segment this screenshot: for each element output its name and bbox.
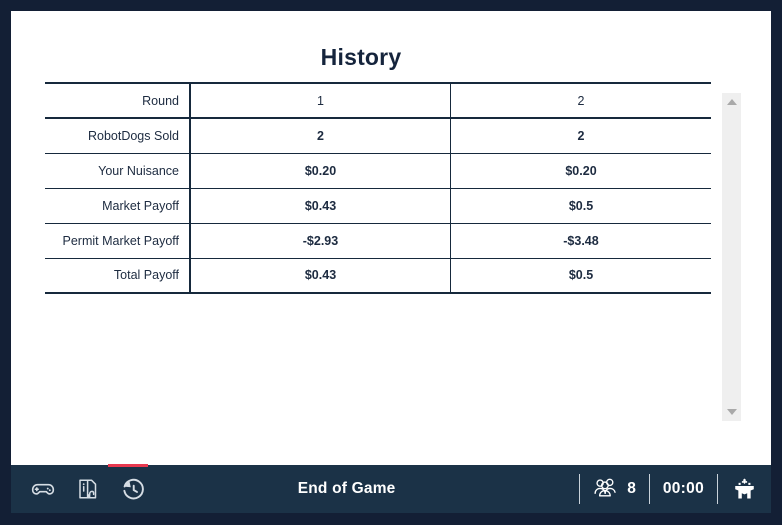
triangle-up-icon[interactable]: [726, 99, 737, 105]
row-value: 2: [450, 118, 711, 154]
history-table-body: Round 1 2 RobotDogs Sold 2 2 Your Nuisan…: [45, 82, 711, 294]
game-tab[interactable]: [29, 475, 57, 503]
footer-status-group: 8 00:00: [566, 465, 771, 513]
active-tab-indicator: [108, 464, 148, 467]
page-content: History Round 1 2 RobotDogs Sold 2 2 You…: [11, 11, 771, 465]
history-table-container: Round 1 2 RobotDogs Sold 2 2 Your Nuisan…: [45, 82, 711, 294]
row-value: $0.43: [190, 188, 451, 224]
instructions-icon: [76, 477, 100, 501]
row-value: $0.43: [190, 258, 451, 294]
row-label: Permit Market Payoff: [45, 223, 191, 259]
row-label: RobotDogs Sold: [45, 118, 191, 154]
table-row: Round 1 2: [45, 82, 711, 119]
row-value: $0.5: [450, 258, 711, 294]
row-label: Market Payoff: [45, 188, 191, 224]
divider: [579, 474, 581, 504]
row-value: 2: [190, 118, 451, 154]
row-value: 1: [190, 82, 451, 119]
players-group-icon: [593, 476, 618, 503]
gamepad-icon: [30, 476, 56, 502]
timer: 00:00: [662, 480, 704, 497]
players-indicator: 8: [593, 476, 636, 503]
app-window: History Round 1 2 RobotDogs Sold 2 2 You…: [0, 0, 782, 525]
row-value: $0.5: [450, 188, 711, 224]
row-value: $0.20: [190, 153, 451, 189]
divider: [717, 474, 718, 504]
row-label: Round: [45, 82, 191, 119]
row-value: -$3.48: [450, 223, 711, 259]
table-row: Permit Market Payoff -$2.93 -$3.48: [45, 223, 711, 259]
instructions-tab[interactable]: [74, 475, 102, 503]
table-row: Your Nuisance $0.20 $0.20: [45, 153, 711, 189]
footer-bar: End of Game 8 00:00: [11, 464, 771, 513]
otree-logo-icon: [731, 476, 757, 502]
history-table: Round 1 2 RobotDogs Sold 2 2 Your Nuisan…: [45, 82, 711, 294]
table-row: RobotDogs Sold 2 2: [45, 118, 711, 154]
row-value: 2: [450, 82, 711, 119]
vertical-scrollbar[interactable]: [722, 93, 741, 421]
row-value: -$2.93: [190, 223, 451, 259]
row-label: Your Nuisance: [45, 153, 191, 189]
history-clock-icon: [120, 476, 147, 503]
footer-nav: [11, 464, 148, 513]
row-label: Total Payoff: [45, 258, 191, 294]
divider: [648, 474, 650, 504]
status-text: End of Game: [297, 480, 396, 497]
table-row: Market Payoff $0.43 $0.5: [45, 188, 711, 224]
history-tab[interactable]: [119, 475, 147, 503]
players-count: 8: [627, 480, 636, 497]
triangle-down-icon[interactable]: [726, 409, 737, 415]
row-value: $0.20: [450, 153, 711, 189]
page-title: History: [320, 44, 402, 70]
table-row: Total Payoff $0.43 $0.5: [45, 258, 711, 294]
